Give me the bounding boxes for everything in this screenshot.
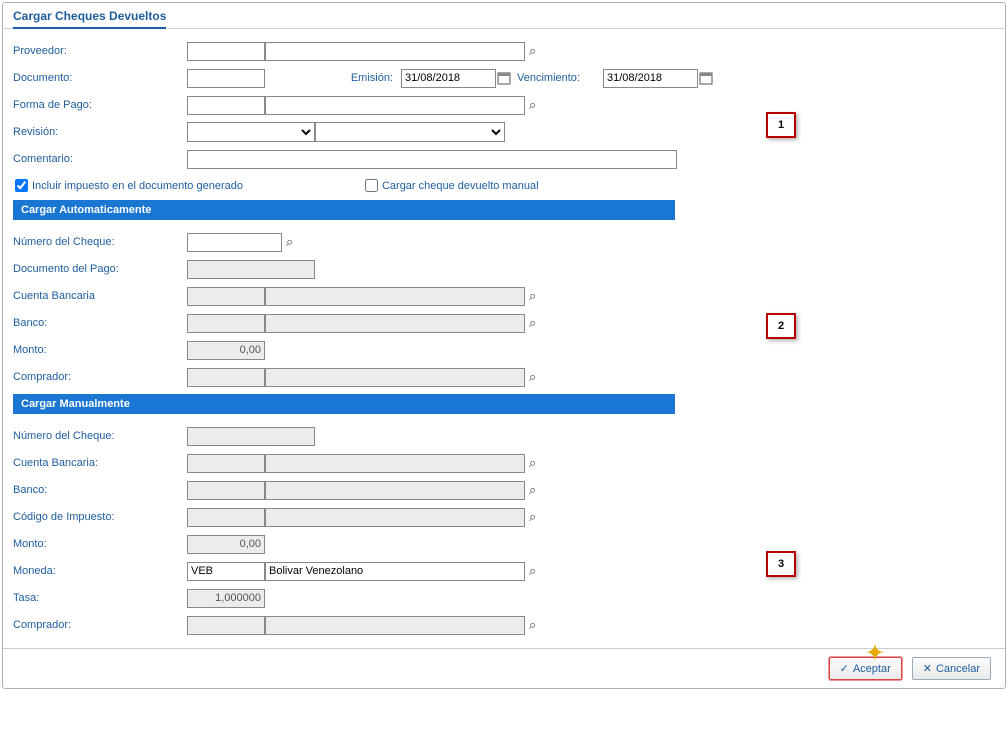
banco-m-label: Banco: [13, 484, 187, 496]
callout-3: 3 [766, 551, 796, 577]
comentario-input[interactable] [187, 150, 677, 169]
aceptar-button[interactable]: ✓ Aceptar [829, 657, 902, 680]
numero-cheque-input[interactable] [187, 233, 282, 252]
cuenta-bancaria-code-input [187, 287, 265, 306]
banco-name-input [265, 314, 525, 333]
numero-cheque-m-label: Número del Cheque: [13, 430, 187, 442]
moneda-code-input[interactable] [187, 562, 265, 581]
documento-label: Documento: [13, 72, 187, 84]
callout-1: 1 [766, 112, 796, 138]
numero-cheque-m-input [187, 427, 315, 446]
comprador-m-code-input [187, 616, 265, 635]
search-icon[interactable]: ⌕ [529, 509, 536, 525]
moneda-name-input[interactable] [265, 562, 525, 581]
codigo-impuesto-label: Código de Impuesto: [13, 511, 187, 523]
forma-pago-name-input[interactable] [265, 96, 525, 115]
search-icon[interactable]: ⌕ [529, 617, 536, 633]
documento-input[interactable] [187, 69, 265, 88]
numero-cheque-label: Número del Cheque: [13, 236, 187, 248]
cuenta-bancaria-m-name-input [265, 454, 525, 473]
cancelar-label: Cancelar [936, 663, 980, 675]
close-icon: ✕ [923, 662, 932, 675]
forma-pago-code-input[interactable] [187, 96, 265, 115]
documento-pago-label: Documento del Pago: [13, 263, 187, 275]
banco-label: Banco: [13, 317, 187, 329]
monto-m-input [187, 535, 265, 554]
search-icon[interactable]: ⌕ [529, 369, 536, 385]
revision-label: Revisión: [13, 126, 187, 138]
panel-title: Cargar Cheques Devueltos [3, 3, 1005, 29]
monto-input [187, 341, 265, 360]
calendar-icon[interactable] [699, 71, 713, 85]
tasa-label: Tasa: [13, 592, 187, 604]
comprador-m-name-input [265, 616, 525, 635]
emision-label: Emisión: [265, 72, 401, 84]
search-icon[interactable]: ⌕ [529, 315, 536, 331]
search-icon[interactable]: ⌕ [286, 234, 293, 250]
form-body: Proveedor: ⌕ Documento: Emisión: Vencimi… [3, 29, 1005, 648]
moneda-label: Moneda: [13, 565, 187, 577]
search-icon[interactable]: ⌕ [529, 482, 536, 498]
cargar-manual-checkbox[interactable] [365, 179, 378, 192]
check-icon: ✓ [840, 662, 849, 675]
cuenta-bancaria-m-code-input [187, 454, 265, 473]
comprador-code-input [187, 368, 265, 387]
comentario-label: Comentario: [13, 153, 187, 165]
search-icon[interactable]: ⌕ [529, 563, 536, 579]
cancelar-button[interactable]: ✕ Cancelar [912, 657, 991, 680]
emision-input[interactable] [401, 69, 496, 88]
codigo-impuesto-name-input [265, 508, 525, 527]
incluir-impuesto-label: Incluir impuesto en el documento generad… [32, 180, 243, 192]
proveedor-code-input[interactable] [187, 42, 265, 61]
codigo-impuesto-code-input [187, 508, 265, 527]
section-manual-header: Cargar Manualmente [13, 394, 675, 414]
incluir-impuesto-checkbox[interactable] [15, 179, 28, 192]
revision-select-2[interactable] [315, 122, 505, 142]
monto-label: Monto: [13, 344, 187, 356]
search-icon[interactable]: ⌕ [529, 97, 536, 113]
calendar-icon[interactable] [497, 71, 511, 85]
main-panel: Cargar Cheques Devueltos Proveedor: ⌕ Do… [2, 2, 1006, 689]
comprador-m-label: Comprador: [13, 619, 187, 631]
callout-2: 2 [766, 313, 796, 339]
aceptar-label: Aceptar [853, 663, 891, 675]
cuenta-bancaria-label: Cuenta Bancaria [13, 290, 187, 302]
tasa-input [187, 589, 265, 608]
banco-m-name-input [265, 481, 525, 500]
section-auto-header: Cargar Automaticamente [13, 200, 675, 220]
proveedor-name-input[interactable] [265, 42, 525, 61]
vencimiento-input[interactable] [603, 69, 698, 88]
comprador-label: Comprador: [13, 371, 187, 383]
forma-pago-label: Forma de Pago: [13, 99, 187, 111]
revision-select-1[interactable] [187, 122, 315, 142]
cargar-manual-label: Cargar cheque devuelto manual [382, 180, 539, 192]
banco-code-input [187, 314, 265, 333]
footer: ✓ Aceptar ✕ Cancelar ✦ [3, 648, 1005, 688]
banco-m-code-input [187, 481, 265, 500]
search-icon[interactable]: ⌕ [529, 455, 536, 471]
proveedor-label: Proveedor: [13, 45, 187, 57]
comprador-name-input [265, 368, 525, 387]
panel-title-text: Cargar Cheques Devueltos [13, 9, 166, 29]
search-icon[interactable]: ⌕ [529, 288, 536, 304]
search-icon[interactable]: ⌕ [529, 43, 536, 59]
cuenta-bancaria-name-input [265, 287, 525, 306]
documento-pago-input [187, 260, 315, 279]
cuenta-bancaria-m-label: Cuenta Bancaria: [13, 457, 187, 469]
monto-m-label: Monto: [13, 538, 187, 550]
vencimiento-label: Vencimiento: [511, 72, 603, 84]
